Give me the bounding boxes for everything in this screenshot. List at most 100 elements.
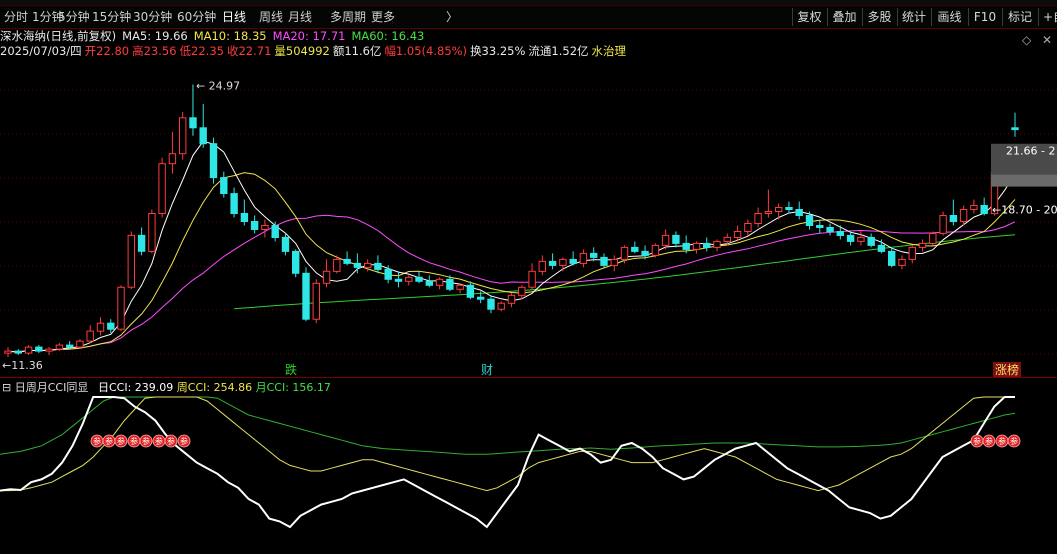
candle — [590, 252, 598, 258]
signal-badge-text: 参 — [985, 436, 993, 446]
candle — [559, 258, 567, 266]
period-7[interactable]: 周线 — [259, 9, 283, 25]
candle — [333, 258, 341, 272]
candle — [949, 215, 958, 222]
candle — [302, 272, 310, 320]
candle — [281, 236, 290, 252]
info-amount: 额11.6亿 — [332, 44, 382, 58]
candle — [209, 143, 218, 179]
candle — [250, 221, 259, 230]
period-8[interactable]: 月线 — [288, 9, 312, 25]
candle — [970, 205, 978, 210]
diamond-icon[interactable]: ◇ — [1022, 33, 1031, 47]
candle — [518, 286, 526, 296]
candle — [548, 260, 557, 266]
tag-die: 跌 — [285, 362, 297, 377]
candle — [158, 163, 166, 214]
info-turnover: 换33.25% — [470, 44, 526, 58]
candle — [76, 340, 84, 348]
candle — [507, 294, 516, 304]
period-2[interactable]: 5分钟 — [58, 9, 90, 25]
period-9[interactable]: 多周期 — [330, 9, 366, 25]
toolbar-button-3[interactable]: 统计 — [897, 8, 930, 26]
candle — [692, 242, 701, 250]
candle — [1011, 127, 1019, 131]
info-date: 2025/07/03/四 — [0, 44, 82, 58]
signal-badge-text: 参 — [1010, 436, 1018, 446]
candle — [394, 278, 403, 282]
high-mark: ← 24.97 — [196, 80, 240, 93]
info-ma5: MA5: 19.66 — [122, 29, 188, 43]
candle — [148, 213, 156, 252]
day-cci-label: 日CCI: 239.09 — [98, 381, 177, 394]
candle — [322, 270, 331, 284]
cci-title: ⊟ 日周月CCI同显 — [2, 381, 88, 394]
candle — [55, 344, 64, 350]
candle — [877, 244, 886, 252]
candle — [374, 262, 382, 270]
toolbar-button-2[interactable]: 多股 — [862, 8, 896, 26]
candle — [117, 286, 125, 330]
candle — [364, 262, 372, 268]
candle — [487, 298, 495, 310]
candle — [805, 215, 814, 226]
toolbar-button-5[interactable]: F10 — [968, 8, 1001, 26]
candle — [538, 260, 546, 272]
signal-badge-text: 参 — [142, 436, 150, 446]
signal-badge-text: 参 — [105, 436, 113, 446]
period-6[interactable]: 日线 — [222, 9, 246, 25]
candle — [96, 322, 105, 332]
candle — [579, 252, 588, 264]
info-open: 开22.80 — [84, 44, 130, 58]
period-0[interactable]: 分时 — [4, 9, 28, 25]
candle — [4, 350, 12, 354]
candle — [610, 258, 618, 266]
candle — [477, 296, 485, 300]
period-4[interactable]: 30分钟 — [133, 9, 172, 25]
signal-badge-text: 参 — [973, 436, 981, 446]
cci-chart[interactable]: ⊟ 日周月CCI同显 日CCI: 239.09 周CCI: 254.86 月CCI… — [0, 379, 1057, 554]
candle — [66, 344, 74, 348]
candle — [137, 234, 146, 252]
candle — [939, 215, 947, 234]
candle — [312, 282, 321, 320]
signal-badge-text: 参 — [167, 436, 175, 446]
info-stock_name: 深水海纳(日线,前复权) — [0, 29, 117, 43]
candle — [230, 193, 238, 215]
toolbar-button-1[interactable]: 叠加 — [827, 8, 861, 26]
candle — [271, 225, 279, 238]
close-icon[interactable]: ✕ — [1042, 33, 1052, 47]
info-ma10: MA10: 18.35 — [193, 29, 267, 43]
info-ma60: MA60: 16.43 — [351, 29, 425, 43]
toolbar-button-4[interactable]: 画线 — [931, 8, 967, 26]
candle — [723, 236, 731, 242]
candlestick-chart[interactable]: ← 24.97 ←11.36 21.66 - 2 ←18.70 - 20.6 跌 财 涨榜 — [0, 60, 1057, 377]
toolbar-button-7[interactable]: +自 — [1038, 8, 1057, 26]
signal-badge-text: 参 — [998, 436, 1006, 446]
candle — [261, 225, 269, 230]
candle — [45, 348, 53, 352]
candle — [466, 284, 475, 298]
candle — [35, 346, 43, 352]
candle — [661, 234, 670, 246]
candle — [405, 276, 413, 282]
period-3[interactable]: 15分钟 — [92, 9, 131, 25]
candle — [631, 246, 639, 252]
toolbar-button-6[interactable]: 标记 — [1002, 8, 1037, 26]
day-cci-line — [0, 396, 1015, 529]
info-sector: 水治理 — [591, 44, 627, 58]
candle — [86, 330, 94, 342]
range-label-1: 21.66 - 2 — [1006, 145, 1055, 158]
more-arrow-icon[interactable]: 〉 — [446, 9, 458, 25]
candle — [107, 322, 115, 330]
toolbar-button-0[interactable]: 复权 — [792, 8, 826, 26]
period-10[interactable]: 更多 — [371, 9, 395, 25]
period-5[interactable]: 60分钟 — [177, 9, 216, 25]
candle — [959, 209, 968, 222]
candle — [353, 262, 362, 268]
info-float_value: 流通1.52亿 — [528, 44, 589, 58]
candle — [857, 236, 865, 242]
candle — [189, 117, 197, 129]
tag-zhangting: 涨榜 — [995, 362, 1019, 377]
candle — [600, 256, 608, 266]
